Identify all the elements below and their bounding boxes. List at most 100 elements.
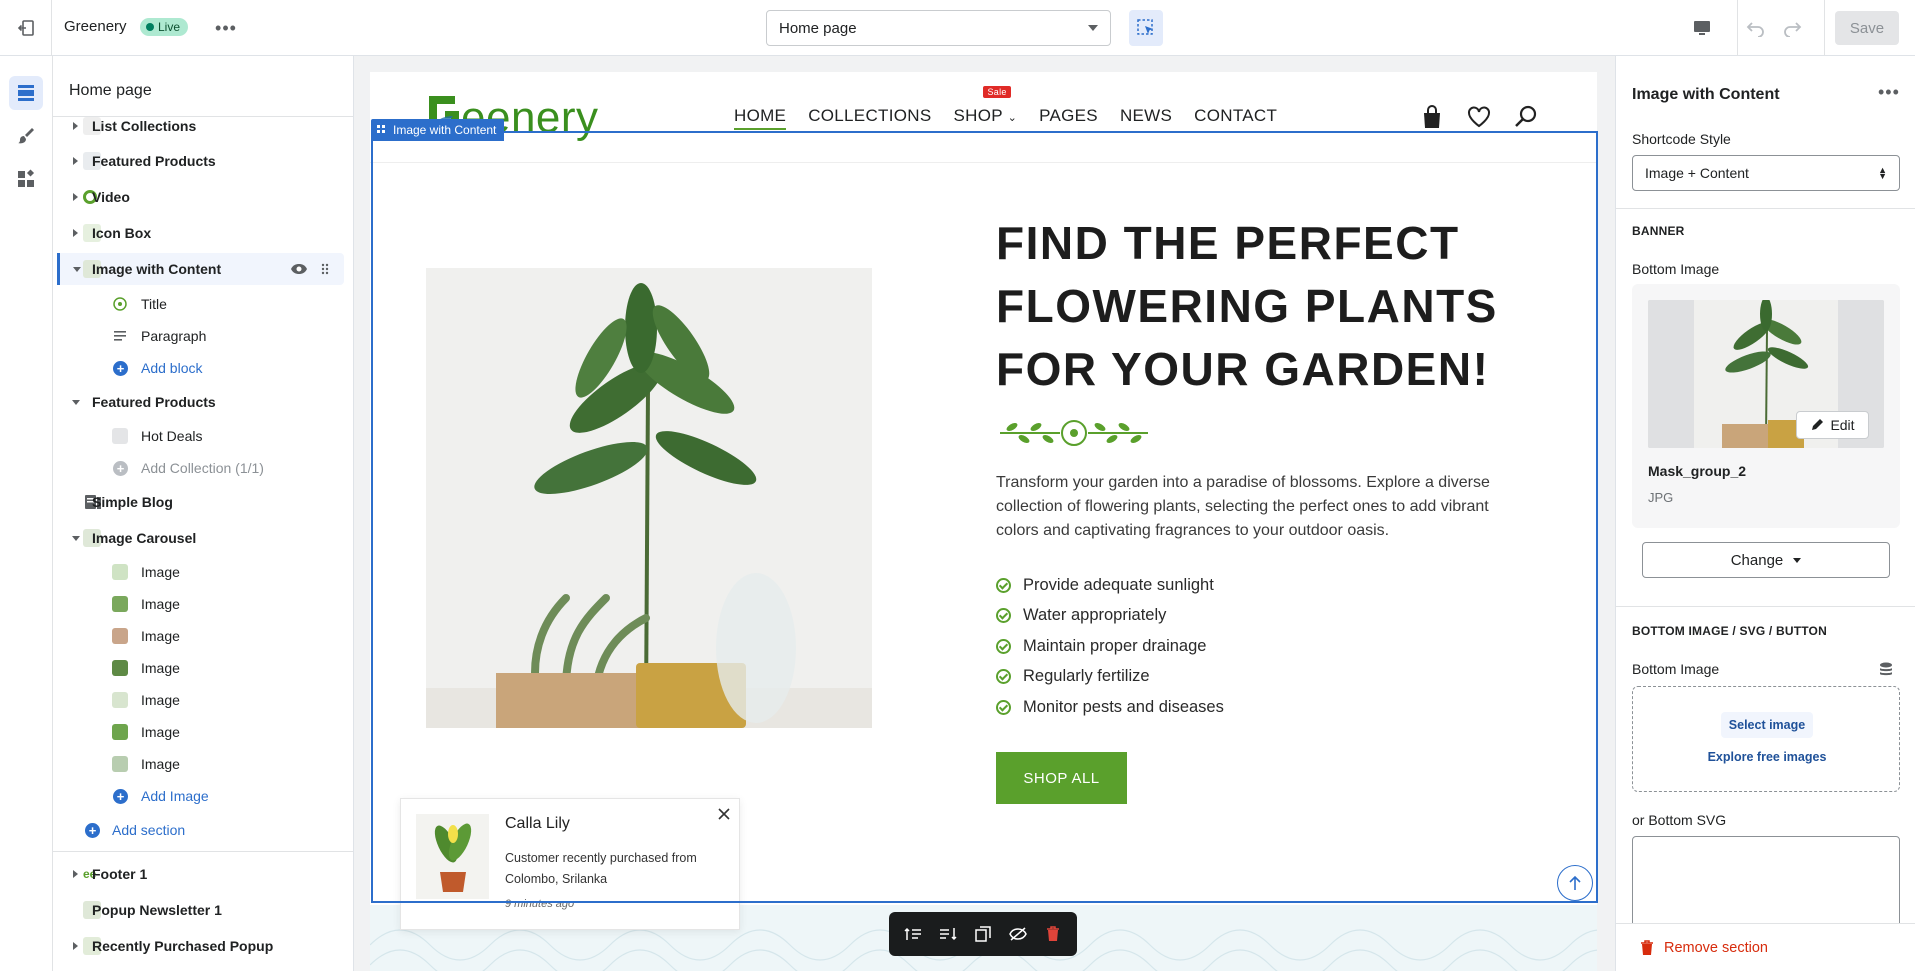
nav-pages[interactable]: PAGES: [1039, 106, 1098, 126]
image-filename: Mask_group_2: [1648, 463, 1747, 479]
block-image[interactable]: Image: [53, 652, 353, 684]
block-paragraph[interactable]: Paragraph: [53, 320, 353, 352]
duplicate-button[interactable]: [969, 920, 997, 948]
visibility-eye-icon[interactable]: [290, 263, 308, 275]
section-simple-blog[interactable]: Simple Blog: [53, 486, 353, 518]
pencil-icon: [1812, 419, 1824, 430]
shortcode-style-select[interactable]: Image + Content ▲ ▼: [1632, 155, 1900, 191]
add-block-button[interactable]: + Add block: [53, 352, 353, 384]
bottom-svg-textarea[interactable]: [1632, 836, 1900, 936]
inspector-toggle-button[interactable]: [1129, 10, 1163, 46]
section-featured-products[interactable]: Featured Products: [53, 145, 353, 177]
drag-handle-icon[interactable]: [321, 263, 329, 275]
block-image[interactable]: Image: [53, 556, 353, 588]
page-selector[interactable]: Home page: [766, 10, 1111, 46]
store-preview[interactable]: eenery HOME COLLECTIONS SHOP ⌄ Sale PAGE…: [369, 72, 1615, 971]
collection-thumb-icon: [112, 428, 128, 444]
sidebar-item-label: Image: [141, 692, 180, 708]
section-list-collections[interactable]: List Collections: [53, 110, 353, 142]
block-image[interactable]: Image: [53, 716, 353, 748]
divider: [1616, 208, 1915, 209]
chevron-down-icon: [1793, 557, 1802, 563]
app-embeds-tab[interactable]: [9, 162, 43, 196]
move-down-icon: [939, 928, 957, 941]
block-image[interactable]: Image: [53, 620, 353, 652]
exit-button[interactable]: [0, 0, 52, 56]
section-recently-purchased-popup[interactable]: Recently Purchased Popup: [53, 930, 353, 962]
expand-arrow-icon: [73, 157, 78, 165]
divider: [1737, 0, 1738, 56]
sidebar-item-label: List Collections: [92, 118, 197, 134]
block-image[interactable]: Image: [53, 748, 353, 780]
device-preview-button[interactable]: [1682, 0, 1722, 56]
desktop-icon: [1694, 21, 1710, 35]
undo-button[interactable]: [1740, 0, 1772, 56]
title-block-icon: [113, 297, 127, 311]
select-image-button[interactable]: Select image: [1721, 712, 1813, 738]
edit-image-button[interactable]: Edit: [1796, 411, 1869, 439]
top-bar: Greenery Live ••• Home page Save: [0, 0, 1915, 56]
move-up-button[interactable]: [899, 920, 927, 948]
delete-button[interactable]: [1039, 920, 1067, 948]
more-actions-button[interactable]: •••: [214, 16, 238, 40]
settings-panel: Image with Content ••• Shortcode Style I…: [1615, 56, 1915, 971]
section-video[interactable]: Video: [53, 181, 353, 213]
add-circle-icon: +: [113, 360, 128, 376]
nav-collections[interactable]: COLLECTIONS: [808, 106, 931, 126]
dynamic-source-icon[interactable]: [1878, 661, 1894, 677]
nav-home[interactable]: HOME: [734, 106, 787, 130]
image-thumb-icon: [112, 564, 128, 580]
explore-free-images-link[interactable]: Explore free images: [1633, 750, 1901, 764]
save-button[interactable]: Save: [1835, 11, 1899, 45]
store-nav: HOME COLLECTIONS SHOP ⌄ Sale PAGES NEWS …: [734, 86, 1277, 130]
section-image-carousel[interactable]: Image Carousel: [53, 522, 353, 554]
nav-contact[interactable]: CONTACT: [1194, 106, 1277, 126]
sidebar-item-label: Image: [141, 564, 180, 580]
sidebar-item-label: Video: [92, 189, 130, 205]
paintbrush-icon: [18, 128, 34, 144]
drag-handle-icon: [377, 125, 385, 133]
section-popup-newsletter[interactable]: Popup Newsletter 1: [53, 894, 353, 926]
add-image-button[interactable]: + Add Image: [53, 780, 353, 812]
section-footer-1[interactable]: ee Footer 1: [53, 858, 353, 890]
move-up-icon: [904, 927, 921, 940]
add-circle-icon: +: [113, 460, 128, 476]
add-circle-icon: +: [85, 822, 100, 838]
nav-news[interactable]: NEWS: [1120, 106, 1172, 126]
block-image[interactable]: Image: [53, 684, 353, 716]
collapse-arrow-icon: [72, 535, 80, 541]
nav-shop-label: SHOP: [953, 106, 1003, 125]
sidebar-item-label: Title: [141, 296, 167, 312]
move-down-button[interactable]: [934, 920, 962, 948]
status-dot-icon: [146, 23, 154, 31]
theme-settings-tab[interactable]: [9, 119, 43, 153]
nav-shop[interactable]: SHOP ⌄ Sale: [953, 86, 1017, 126]
select-cursor-icon: [1137, 19, 1153, 35]
image-filetype: JPG: [1648, 490, 1674, 505]
add-section-button[interactable]: + Add section: [53, 814, 353, 846]
sidebar-item-label: Image: [141, 628, 180, 644]
block-title[interactable]: Title: [53, 288, 353, 320]
bottom-image-label: Bottom Image: [1632, 261, 1720, 277]
bottom-image-dropzone: Select image Explore free images: [1632, 686, 1900, 792]
heart-icon[interactable]: [1466, 104, 1492, 130]
add-collection-button[interactable]: + Add Collection (1/1): [53, 452, 353, 484]
expand-arrow-icon: [73, 193, 78, 201]
hide-section-button[interactable]: [1004, 920, 1032, 948]
section-image-with-content[interactable]: Image with Content: [57, 253, 344, 285]
scroll-to-top-button[interactable]: [1557, 865, 1593, 901]
block-hot-deals[interactable]: Hot Deals: [53, 420, 353, 452]
change-image-button[interactable]: Change: [1642, 542, 1890, 578]
banner-heading: BANNER: [1632, 224, 1685, 238]
redo-button[interactable]: [1776, 0, 1808, 56]
block-image[interactable]: Image: [53, 588, 353, 620]
search-icon[interactable]: [1513, 104, 1539, 130]
remove-section-button[interactable]: Remove section: [1640, 940, 1768, 956]
section-icon-box[interactable]: Icon Box: [53, 217, 353, 249]
section-selection-tag[interactable]: Image with Content: [371, 119, 505, 141]
divider: [1824, 0, 1825, 56]
shopping-bag-icon[interactable]: [1419, 104, 1445, 130]
panel-more-button[interactable]: •••: [1878, 82, 1900, 103]
section-featured-products-2[interactable]: Featured Products: [53, 386, 353, 418]
sections-tab[interactable]: [9, 76, 43, 110]
